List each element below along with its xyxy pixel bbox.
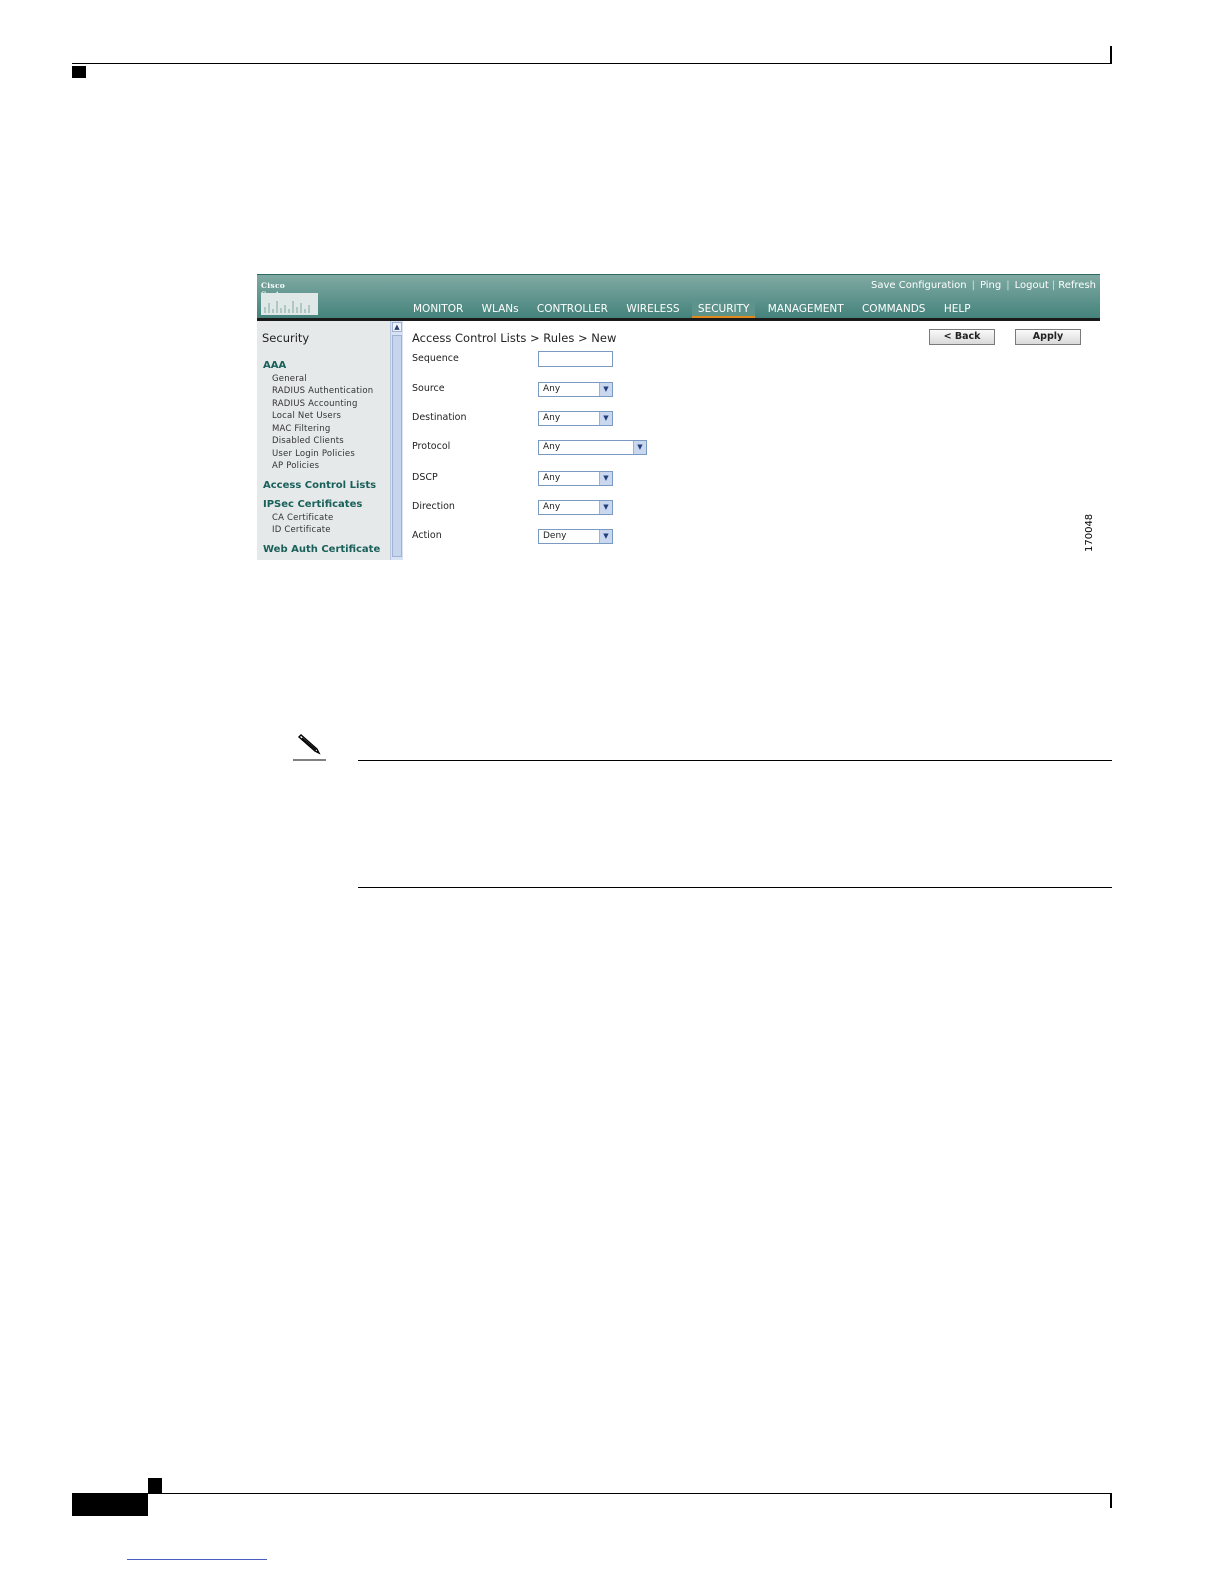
sidebar-item-ap-policies[interactable]: AP Policies (272, 461, 319, 471)
sequence-input[interactable] (538, 351, 613, 367)
footer-page-block (72, 1494, 148, 1516)
top-links: Save Configuration | Ping | Logout | Refresh (871, 280, 1096, 291)
footer-rule (72, 1493, 1112, 1494)
logo-bars-icon (264, 301, 310, 313)
scroll-thumb[interactable] (392, 335, 402, 557)
chevron-down-icon: ▼ (633, 441, 646, 454)
dscp-value: Any (543, 473, 561, 483)
header-tick (1110, 46, 1112, 64)
sidebar-title: Security (262, 331, 310, 345)
direction-select[interactable]: Any ▼ (538, 500, 613, 515)
back-button[interactable]: < Back (929, 329, 995, 345)
dscp-label: DSCP (412, 472, 438, 483)
sidebar-group-access-control-lists[interactable]: Access Control Lists (263, 480, 376, 491)
note-pencil-icon (293, 734, 326, 761)
header-rule (72, 63, 1112, 64)
sidebar-item-mac-filtering[interactable]: MAC Filtering (272, 424, 330, 434)
chevron-down-icon: ▼ (599, 412, 612, 425)
dscp-select[interactable]: Any ▼ (538, 471, 613, 486)
destination-value: Any (543, 413, 561, 423)
footer-link-underline[interactable] (127, 1559, 267, 1560)
note-bottom-rule (358, 887, 1112, 888)
header-marker (72, 66, 86, 78)
source-select[interactable]: Any ▼ (538, 382, 613, 397)
direction-label: Direction (412, 501, 455, 512)
sidebar-item-user-login-policies[interactable]: User Login Policies (272, 449, 355, 459)
main-nav: MONITOR WLANs CONTROLLER WIRELESS SECURI… (407, 302, 980, 319)
sidebar-item-radius-authentication[interactable]: RADIUS Authentication (272, 386, 373, 396)
nav-help[interactable]: HELP (938, 302, 977, 318)
sidebar: Security AAA General RADIUS Authenticati… (257, 321, 390, 560)
nav-wireless[interactable]: WIRELESS (620, 302, 685, 318)
action-select[interactable]: Deny ▼ (538, 529, 613, 544)
action-value: Deny (543, 531, 567, 541)
protocol-value: Any (543, 442, 561, 452)
breadcrumb: Access Control Lists > Rules > New (412, 331, 617, 345)
logout-link[interactable]: Logout (1015, 280, 1049, 291)
sidebar-item-id-certificate[interactable]: ID Certificate (272, 525, 331, 535)
chevron-down-icon: ▼ (599, 383, 612, 396)
footer-tick (1110, 1494, 1112, 1508)
nav-monitor[interactable]: MONITOR (407, 302, 469, 318)
destination-label: Destination (412, 412, 467, 423)
sidebar-scrollbar[interactable]: ▲ (390, 321, 403, 560)
sidebar-group-ipsec-certificates[interactable]: IPSec Certificates (263, 499, 362, 510)
sidebar-group-aaa[interactable]: AAA (263, 360, 286, 371)
nav-commands[interactable]: COMMANDS (856, 302, 932, 318)
sidebar-item-radius-accounting[interactable]: RADIUS Accounting (272, 399, 358, 409)
apply-button[interactable]: Apply (1015, 329, 1081, 345)
protocol-select[interactable]: Any ▼ (538, 440, 647, 455)
protocol-label: Protocol (412, 441, 451, 452)
app-header: Cisco Systems Save Configuration|Ping|Lo… (257, 274, 1100, 322)
action-label: Action (412, 530, 442, 541)
nav-wlans[interactable]: WLANs (476, 302, 525, 318)
nav-controller[interactable]: CONTROLLER (531, 302, 614, 318)
sidebar-item-local-net-users[interactable]: Local Net Users (272, 411, 341, 421)
nav-security[interactable]: SECURITY (691, 302, 756, 319)
source-value: Any (543, 384, 561, 394)
direction-value: Any (543, 502, 561, 512)
main-content: Access Control Lists > Rules > New < Bac… (403, 321, 1100, 560)
note-top-rule (358, 760, 1112, 761)
chevron-down-icon: ▼ (599, 530, 612, 543)
source-label: Source (412, 383, 445, 394)
save-configuration-link[interactable]: Save Configuration (871, 280, 967, 291)
sidebar-group-web-auth-certificate[interactable]: Web Auth Certificate (263, 544, 380, 555)
chevron-down-icon: ▼ (599, 501, 612, 514)
footer-marker (148, 1478, 162, 1494)
chevron-down-icon: ▼ (599, 472, 612, 485)
figure-id: 170048 (1084, 513, 1095, 552)
ping-link[interactable]: Ping (980, 280, 1001, 291)
sidebar-item-general[interactable]: General (272, 374, 307, 384)
sidebar-item-ca-certificate[interactable]: CA Certificate (272, 513, 333, 523)
sequence-label: Sequence (412, 353, 459, 364)
wlc-screenshot: Cisco Systems Save Configuration|Ping|Lo… (257, 274, 1100, 560)
refresh-link[interactable]: Refresh (1058, 280, 1096, 291)
sidebar-item-disabled-clients[interactable]: Disabled Clients (272, 436, 344, 446)
cisco-logo: Cisco Systems (259, 279, 319, 315)
scroll-up-arrow-icon[interactable]: ▲ (392, 322, 402, 332)
nav-management[interactable]: MANAGEMENT (762, 302, 850, 318)
destination-select[interactable]: Any ▼ (538, 411, 613, 426)
